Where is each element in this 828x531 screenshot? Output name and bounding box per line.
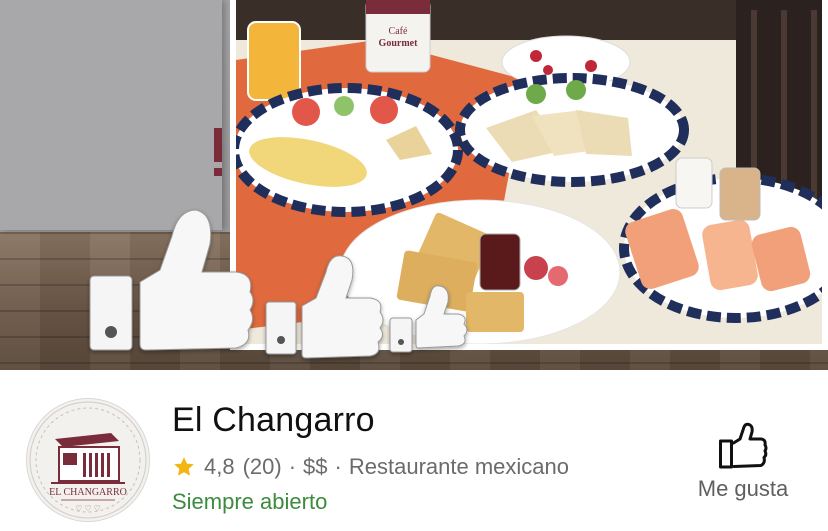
business-name[interactable]: El Changarro bbox=[172, 401, 375, 440]
thumbs-up-icon bbox=[265, 255, 384, 359]
like-label: Me gusta bbox=[697, 476, 789, 501]
thumbs-up-icon bbox=[89, 209, 254, 351]
thumbs-up-icon bbox=[719, 422, 768, 469]
business-meta: 4,8 (20) · $$ · Restaurante mexicano bbox=[172, 454, 569, 480]
star-icon bbox=[174, 457, 194, 476]
rating-value: 4,8 bbox=[204, 454, 235, 479]
thumbs-up-icon bbox=[389, 285, 468, 353]
review-count[interactable]: (20) bbox=[243, 454, 282, 480]
price-level: $$ bbox=[303, 454, 328, 479]
like-button[interactable]: Me gusta bbox=[680, 422, 806, 514]
separator: · bbox=[334, 454, 342, 479]
logo-image: EL CHANGARRO ♡ ♡ ♡ bbox=[29, 401, 147, 519]
thumbs-up-decoration bbox=[89, 209, 468, 359]
business-profile-card: Café Gourmet EL CHANGARRO ♡ ♡ ♡ El Chang… bbox=[0, 0, 828, 531]
open-status: Siempre abierto bbox=[172, 489, 328, 514]
business-info: EL CHANGARRO ♡ ♡ ♡ El Changarro 4,8 (20)… bbox=[0, 370, 828, 531]
svg-text:♡ ♡ ♡: ♡ ♡ ♡ bbox=[75, 504, 101, 513]
cover-photo[interactable]: Café Gourmet bbox=[0, 0, 828, 370]
logo-text: EL CHANGARRO bbox=[49, 487, 127, 498]
separator: · bbox=[288, 454, 297, 479]
category: Restaurante mexicano bbox=[348, 454, 569, 479]
business-logo[interactable]: EL CHANGARRO ♡ ♡ ♡ bbox=[26, 398, 150, 522]
